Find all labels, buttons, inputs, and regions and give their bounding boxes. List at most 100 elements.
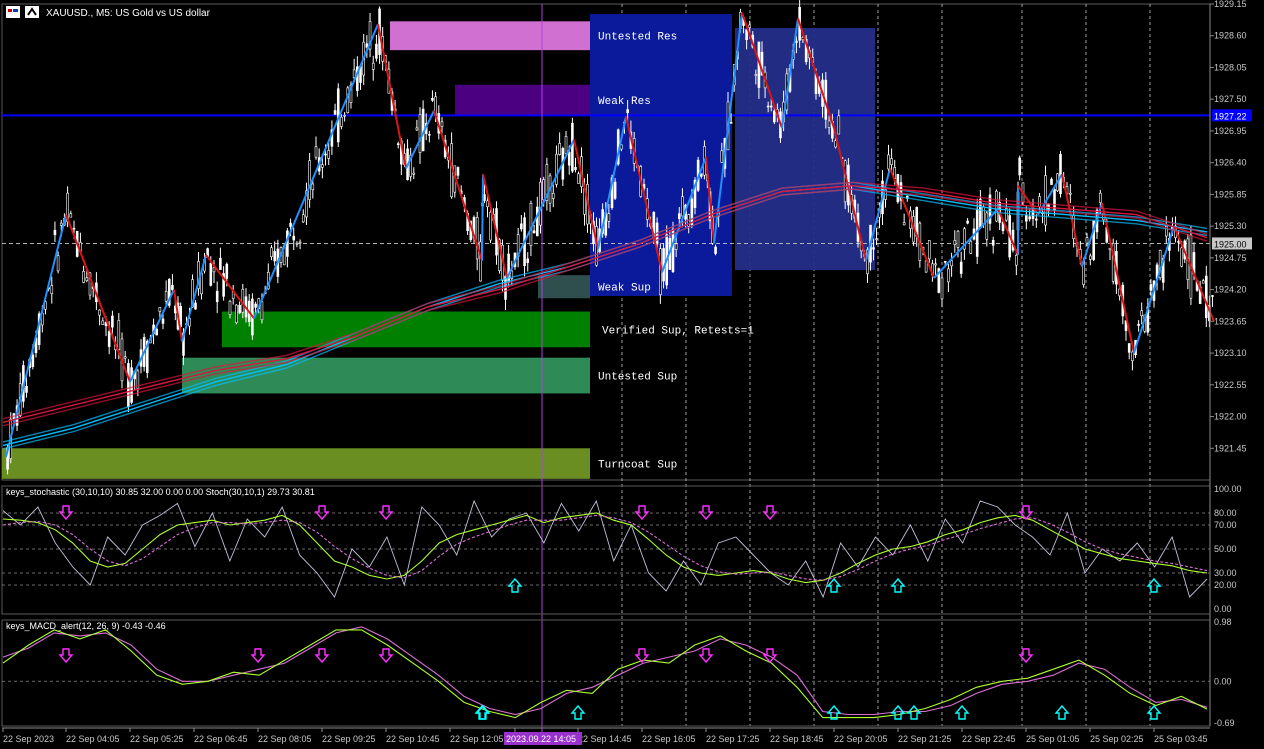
candle-body (626, 109, 629, 114)
candle-body (1085, 237, 1089, 244)
candle-body (241, 288, 245, 313)
price-axis-label: 1928.60 (1214, 31, 1247, 41)
candle-body (966, 220, 969, 224)
candle-body (1140, 310, 1143, 317)
candle-body (607, 213, 611, 222)
candle-body (982, 206, 985, 225)
candle-body (681, 196, 684, 217)
candle-body (969, 240, 973, 254)
stochastic-axis-label: 0.00 (1214, 604, 1232, 614)
time-axis-label: 22 Sep 20:05 (834, 734, 888, 744)
price-axis-label: 1928.05 (1214, 62, 1247, 72)
candle-body (1015, 254, 1018, 266)
candle-body (127, 363, 130, 407)
candle-body (571, 122, 574, 172)
price-axis-label: 1924.20 (1214, 285, 1247, 295)
candle-body (887, 154, 890, 170)
candle-body (238, 305, 241, 314)
candle-body (827, 120, 831, 128)
time-axis-label: 25 Sep 02:25 (1090, 734, 1144, 744)
current-price-label: 1925.00 (1214, 239, 1247, 249)
time-axis-label: 22 Sep 2023 (3, 734, 54, 744)
candle-body (228, 301, 232, 315)
candle-body (1028, 216, 1031, 220)
candle-body (101, 320, 105, 326)
zigzag-up-segment (481, 174, 484, 261)
candle-body (456, 167, 460, 176)
zone-weak-sup (538, 275, 590, 299)
trading-chart[interactable]: Untested Res Weak Res Weak Sup Verified Sup… (0, 0, 1264, 749)
range-box-2 (735, 28, 875, 270)
candle-body (934, 263, 937, 266)
price-axis-label: 1923.65 (1214, 316, 1247, 326)
candle-body (225, 263, 229, 279)
candle-body (956, 230, 960, 248)
candle-body (890, 158, 893, 166)
price-axis-label: 1921.45 (1214, 443, 1247, 453)
price-axis-label: 1925.30 (1214, 221, 1247, 231)
candle-body (321, 164, 324, 168)
candle-body (215, 290, 219, 302)
candle-body (82, 271, 85, 283)
time-axis-label: 22 Sep 06:45 (194, 734, 248, 744)
candle-body (1025, 215, 1028, 222)
candle-body (699, 173, 703, 177)
crosshair-time-label: 2023.09.22 14:05 (506, 734, 576, 744)
price-axis-label: 1925.85 (1214, 189, 1247, 199)
time-axis-label: 22 Sep 14:45 (578, 734, 632, 744)
price-axis-label: 1929.15 (1214, 0, 1247, 9)
candle-body (212, 267, 216, 273)
blue-line-price-label: 1927.22 (1214, 111, 1247, 121)
candle-body (31, 354, 35, 367)
zone-label: Turncoat Sup (598, 460, 677, 472)
candle-body (260, 301, 264, 321)
candle-body (520, 223, 523, 230)
candle-body (564, 136, 568, 154)
candle-body (745, 29, 748, 40)
candle-body (1089, 255, 1092, 260)
candle-body (1137, 323, 1140, 326)
candle-body (298, 241, 302, 244)
stochastic-axis-label: 50.00 (1214, 544, 1237, 554)
zone-label: Verified Sup, Retests=1 (602, 325, 754, 337)
candle-body (953, 240, 957, 245)
price-axis-label: 1927.50 (1214, 94, 1247, 104)
candle-body (489, 212, 492, 241)
candle-body (486, 200, 489, 208)
candle-body (943, 261, 947, 263)
price-axis-label: 1922.55 (1214, 380, 1247, 390)
candle-body (1035, 218, 1038, 221)
macd-axis-label: 0.98 (1214, 617, 1232, 627)
time-axis-label: 25 Sep 01:05 (1026, 734, 1080, 744)
candle-body (529, 203, 533, 246)
candle-body (346, 87, 350, 113)
stochastic-axis-label: 100.00 (1214, 484, 1242, 494)
candle-body (50, 285, 54, 294)
zone-weak-res (455, 84, 590, 116)
candle-body (1180, 247, 1183, 267)
candle-body (209, 263, 213, 286)
macd-axis-label: -0.69 (1214, 718, 1235, 728)
candle-body (1018, 157, 1021, 176)
price-axis-label: 1926.40 (1214, 158, 1247, 168)
time-axis-label: 22 Sep 12:05 (450, 734, 504, 744)
stochastic-title: keys_stochastic (30,10,10) 30.85 32.00 0… (6, 487, 315, 497)
price-axis-label: 1923.10 (1214, 348, 1247, 358)
candle-body (107, 331, 111, 347)
chart-window-icon-grid (8, 9, 12, 12)
candle-body (301, 214, 305, 223)
candle-body (674, 243, 678, 250)
zone-label: Weak Res (598, 96, 651, 108)
candle-body (1127, 343, 1131, 353)
candle-body (754, 74, 758, 76)
candle-body (1050, 178, 1053, 185)
candle-body (352, 69, 356, 78)
candle-body (292, 235, 296, 241)
candle-body (985, 212, 989, 240)
macd-title: keys_MACD_alert(12, 26, 9) -0.43 -0.46 (6, 621, 166, 631)
candle-body (1211, 295, 1214, 297)
candle-body (837, 115, 841, 135)
candle-body (254, 303, 257, 308)
candle-body (286, 230, 289, 257)
candle-body (415, 127, 419, 131)
